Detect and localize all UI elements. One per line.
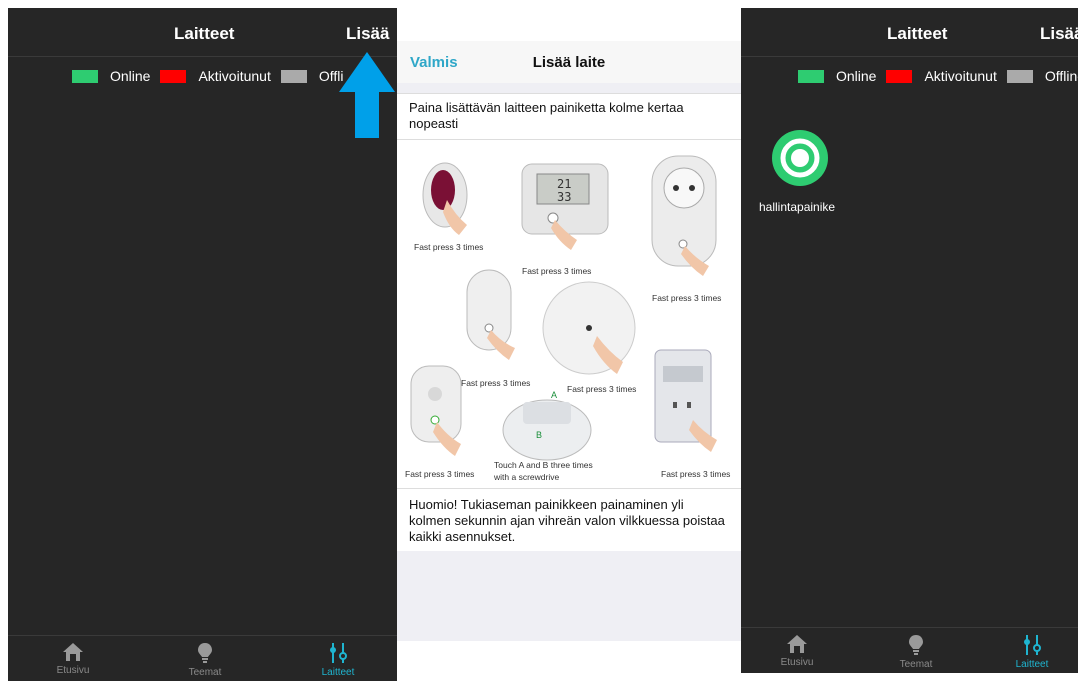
nav-header: Lisää laite Valmis (397, 41, 741, 83)
tab-bar: Etusivu Teemat Laitteet (8, 635, 397, 681)
tab-home-label: Etusivu (56, 665, 90, 676)
tab-themes[interactable]: Teemat (886, 634, 946, 670)
reset-warning-text: Huomio! Tukiaseman painikkeen painaminen… (397, 488, 741, 551)
caption-6: Fast press 3 times (405, 469, 475, 479)
tab-themes-label: Teemat (899, 659, 933, 670)
tab-home-label: Etusivu (780, 657, 814, 668)
nav-header: Laitteet Lisää (8, 8, 397, 57)
tab-devices-label: Laitteet (1015, 659, 1049, 670)
caption-2: Fast press 3 times (522, 266, 592, 276)
activated-swatch (160, 69, 187, 83)
home-icon (63, 643, 83, 661)
bulb-icon (198, 643, 212, 663)
offline-swatch (280, 69, 307, 83)
device-tile-control-button[interactable] (772, 130, 828, 186)
caption-7a: Touch A and B three times (494, 460, 593, 470)
status-legend: Online Aktivoitunut Offline (798, 68, 1078, 84)
add-device-screen: Lisää laite Valmis Paina lisättävän lait… (397, 41, 741, 641)
mark-a-text: A (551, 390, 557, 400)
tab-devices[interactable]: Laitteet (1002, 634, 1062, 670)
caption-8: Fast press 3 times (661, 469, 731, 479)
caption-3: Fast press 3 times (652, 293, 722, 303)
lcd-top-text: 21 (557, 177, 571, 191)
status-legend: Online Aktivoitunut Offli (72, 68, 353, 84)
pairing-illustration: 21 33 A B Fast press 3 times Fast press … (397, 140, 741, 488)
sliders-icon (330, 643, 347, 663)
nav-header: Laitteet Lisää (741, 8, 1078, 57)
lcd-bottom-text: 33 (557, 190, 571, 204)
tab-themes-label: Teemat (188, 667, 222, 678)
home-icon (787, 635, 807, 653)
offline-swatch (1006, 69, 1033, 83)
activated-swatch (886, 69, 913, 83)
legend-online: Online (836, 68, 877, 84)
caption-7b: with a screwdrive (494, 472, 560, 482)
tab-bar: Etusivu Teemat Laitteet (741, 627, 1078, 673)
tab-devices-label: Laitteet (321, 667, 355, 678)
mark-b-text: B (536, 430, 542, 440)
online-swatch (798, 69, 824, 83)
add-device-button[interactable]: Lisää (1040, 24, 1078, 44)
legend-offline: Offline (1044, 68, 1078, 84)
legend-activated: Aktivoitunut (924, 68, 997, 84)
arrow-up-icon (339, 52, 395, 138)
tab-home[interactable]: Etusivu (43, 642, 103, 676)
tab-home[interactable]: Etusivu (767, 634, 827, 668)
bulb-icon (909, 635, 923, 655)
devices-screen-with-device: Laitteet Lisää Online Aktivoitunut Offli… (741, 8, 1078, 673)
legend-online: Online (110, 68, 151, 84)
page-title: Laitteet (887, 24, 948, 43)
button-device-icon (780, 138, 820, 178)
caption-1: Fast press 3 times (414, 242, 484, 252)
legend-activated: Aktivoitunut (198, 68, 271, 84)
add-device-button[interactable]: Lisää (346, 24, 389, 44)
tab-themes[interactable]: Teemat (175, 642, 235, 678)
online-swatch (72, 69, 98, 83)
page-title: Laitteet (174, 24, 235, 43)
devices-illustration: 21 33 A B (410, 155, 717, 461)
device-label: hallintapainike (759, 200, 836, 214)
caption-5: Fast press 3 times (567, 384, 637, 394)
done-button[interactable]: Valmis (410, 54, 458, 71)
instruction-text: Paina lisättävän laitteen painiketta kol… (397, 93, 741, 140)
caption-4: Fast press 3 times (461, 378, 531, 388)
sliders-icon (1024, 635, 1041, 655)
tab-devices[interactable]: Laitteet (308, 642, 368, 678)
